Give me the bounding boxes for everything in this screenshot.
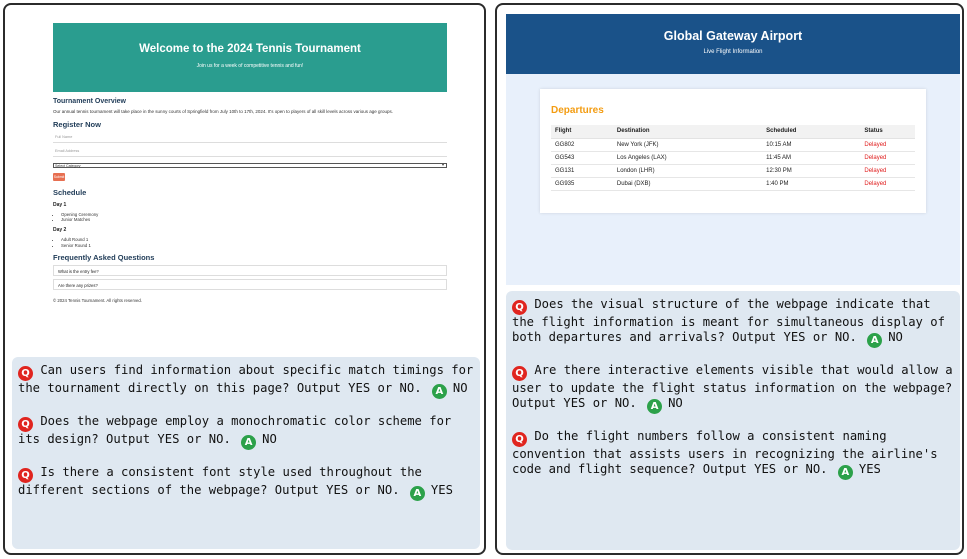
answer-badge-icon: A	[837, 465, 853, 480]
destination-cell: Los Angeles (LAX)	[612, 151, 763, 165]
question-badge-icon: Q	[18, 468, 33, 483]
departures-card: Departures Flight Destination Scheduled …	[540, 89, 926, 213]
airport-title: Global Gateway Airport	[663, 29, 803, 43]
faq-heading: Frequently Asked Questions	[53, 252, 155, 262]
page-footer: © 2024 Tennis Tournament. All rights res…	[53, 297, 142, 303]
full-name-input[interactable]: Full Name	[53, 129, 447, 143]
answer-text: NO	[452, 381, 468, 395]
airport-header: Global Gateway Airport Live Flight Infor…	[506, 14, 960, 74]
qa-item: Q Is there a consistent font style used …	[18, 465, 474, 501]
tennis-webpage: Welcome to the 2024 Tennis Tournament Jo…	[53, 23, 447, 303]
hero-subtitle: Join us for a week of competitive tennis…	[196, 63, 304, 69]
column-header-scheduled: Scheduled	[762, 125, 861, 139]
status-cell: Delayed	[860, 151, 915, 165]
faq-item-entry-fee[interactable]: What is the entry fee?	[53, 264, 447, 276]
status-cell: Delayed	[860, 177, 915, 191]
flight-cell: GG935	[551, 177, 613, 191]
left-screenshot-panel: Welcome to the 2024 Tennis Tournament Jo…	[3, 3, 486, 555]
submit-button[interactable]: Submit	[53, 173, 65, 181]
qa-item: Q Do the flight numbers follow a consist…	[512, 429, 954, 480]
list-item: Senior Round 1	[61, 243, 447, 248]
airport-body: Departures Flight Destination Scheduled …	[506, 74, 960, 285]
hero-banner: Welcome to the 2024 Tennis Tournament Jo…	[53, 23, 447, 92]
destination-cell: London (LHR)	[612, 164, 763, 178]
table-header-row: Flight Destination Scheduled Status	[551, 125, 915, 139]
answer-badge-icon: A	[867, 333, 883, 348]
question-badge-icon: Q	[512, 300, 527, 315]
table-row: GG543 Los Angeles (LAX) 11:45 AM Delayed	[551, 151, 915, 165]
register-heading: Register Now	[53, 120, 101, 129]
email-input[interactable]: Email Address	[53, 143, 447, 157]
answer-badge-icon: A	[409, 486, 425, 501]
scheduled-cell: 10:15 AM	[762, 138, 861, 152]
question-text: Are there interactive elements visible t…	[512, 363, 953, 410]
answer-text: NO	[262, 432, 277, 446]
question-badge-icon: Q	[512, 432, 527, 447]
answer-text: NO	[888, 330, 903, 344]
flight-cell: GG543	[551, 151, 613, 165]
column-header-flight: Flight	[551, 125, 613, 139]
scheduled-cell: 1:40 PM	[762, 177, 861, 191]
category-select[interactable]: Select Category ▾	[53, 163, 447, 168]
right-screenshot-panel: Global Gateway Airport Live Flight Infor…	[495, 3, 964, 555]
category-select-value: Select Category	[55, 164, 81, 168]
table-row: GG131 London (LHR) 12:30 PM Delayed	[551, 164, 915, 178]
flight-cell: GG802	[551, 138, 613, 152]
qa-item: Q Can users find information about speci…	[18, 363, 474, 399]
departures-table: Flight Destination Scheduled Status GG80…	[551, 125, 915, 191]
day-1-heading: Day 1	[53, 202, 67, 208]
question-badge-icon: Q	[512, 366, 527, 381]
overview-heading: Tournament Overview	[53, 98, 127, 105]
question-text: Is there a consistent font style used th…	[18, 465, 422, 497]
faq-item-prizes[interactable]: Are there any prizes?	[53, 278, 447, 290]
scheduled-cell: 11:45 AM	[762, 151, 861, 165]
answer-text: NO	[668, 396, 683, 410]
qa-item: Q Does the visual structure of the webpa…	[512, 297, 954, 348]
overview-text: Our annual tennis tournament will take p…	[53, 109, 394, 114]
question-text: Can users find information about specifi…	[18, 363, 474, 395]
column-header-destination: Destination	[612, 125, 763, 139]
hero-title: Welcome to the 2024 Tennis Tournament	[139, 43, 361, 55]
list-item: Junior Matches	[61, 217, 447, 222]
qa-item: Q Does the webpage employ a monochromati…	[18, 414, 474, 450]
destination-cell: New York (JFK)	[612, 138, 763, 152]
left-qa-box: Q Can users find information about speci…	[12, 357, 480, 549]
day-1-list: Opening Ceremony Junior Matches	[53, 212, 447, 222]
answer-text: YES	[858, 462, 881, 476]
day-2-list: Adult Round 1 Senior Round 1	[53, 237, 447, 247]
right-qa-box: Q Does the visual structure of the webpa…	[506, 291, 960, 550]
column-header-status: Status	[860, 125, 915, 139]
flight-cell: GG131	[551, 164, 613, 178]
question-text: Does the webpage employ a monochromatic …	[18, 414, 452, 446]
status-cell: Delayed	[860, 138, 915, 152]
scheduled-cell: 12:30 PM	[762, 164, 861, 178]
answer-badge-icon: A	[241, 435, 257, 450]
answer-text: YES	[430, 483, 453, 497]
question-badge-icon: Q	[18, 417, 33, 432]
airport-subtitle: Live Flight Information	[703, 49, 763, 55]
status-cell: Delayed	[860, 164, 915, 178]
table-row: GG802 New York (JFK) 10:15 AM Delayed	[551, 138, 915, 152]
day-2-heading: Day 2	[53, 227, 67, 234]
destination-cell: Dubai (DXB)	[612, 177, 763, 191]
schedule-heading: Schedule	[53, 188, 87, 197]
qa-item: Q Are there interactive elements visible…	[512, 363, 954, 414]
departures-heading: Departures	[551, 105, 604, 116]
chevron-down-icon: ▾	[441, 162, 444, 167]
table-row: GG935 Dubai (DXB) 1:40 PM Delayed	[551, 177, 915, 191]
answer-badge-icon: A	[647, 399, 663, 414]
question-badge-icon: Q	[18, 366, 33, 381]
answer-badge-icon: A	[431, 384, 447, 399]
